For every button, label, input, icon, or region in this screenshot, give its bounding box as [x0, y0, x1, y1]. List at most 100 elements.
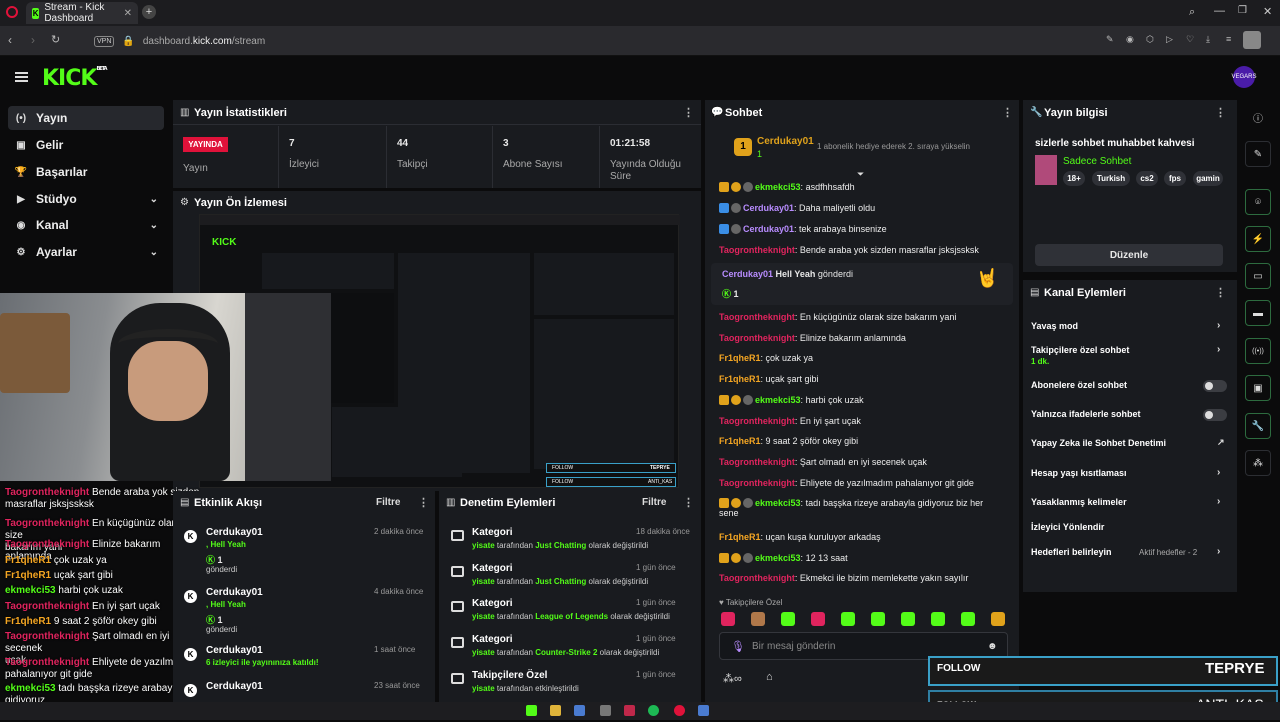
toggle-switch[interactable] [1203, 380, 1227, 392]
tag-18[interactable]: 18+ [1063, 171, 1085, 186]
maximize-icon[interactable]: ❐ [1238, 5, 1247, 16]
chat-user[interactable]: ekmekci53 [755, 553, 801, 563]
taskbar-app2-icon[interactable] [600, 705, 611, 716]
chevron-right-icon[interactable]: › [1217, 546, 1220, 557]
nav-item-2[interactable]: 🏆 Başarılar [8, 160, 164, 184]
apps-icon[interactable]: ⁂ [1245, 450, 1271, 476]
taskbar-app4-icon[interactable] [698, 705, 709, 716]
mod-tools-icon[interactable]: ⁂∞ [723, 672, 742, 685]
chat-user[interactable]: Fr1qheR1 [719, 532, 761, 542]
info-menu-icon[interactable]: ⋮ [1215, 106, 1226, 119]
edit-icon[interactable]: ✎ [1106, 34, 1114, 45]
chevron-down-icon[interactable]: ⌄ [150, 194, 158, 205]
tag-cs2[interactable]: cs2 [1136, 171, 1158, 186]
category-name[interactable]: Sadece Sohbet [1063, 156, 1131, 167]
taskbar-app-icon[interactable] [526, 705, 537, 716]
activity-user[interactable]: Cerdukay01 [206, 527, 263, 538]
opera-logo-icon[interactable] [6, 6, 18, 18]
tag-fps[interactable]: fps [1164, 171, 1186, 186]
edit-button[interactable]: Düzenle [1035, 244, 1223, 266]
toggle-switch[interactable] [1203, 409, 1227, 421]
external-link-icon[interactable]: ↗ [1217, 437, 1225, 448]
taskbar-app3-icon[interactable] [624, 705, 635, 716]
activity-user[interactable]: Cerdukay01 [206, 681, 263, 692]
tab-close-icon[interactable]: ✕ [124, 8, 132, 19]
wrench-icon[interactable]: 🔧 [1245, 413, 1271, 439]
chat-user[interactable]: ekmekci53 [755, 182, 801, 192]
broadcast-icon[interactable]: ((•)) [1245, 338, 1271, 364]
info-icon[interactable]: ⓘ [1245, 104, 1271, 130]
chat-user[interactable]: ekmekci53 [755, 395, 801, 405]
taskbar-spotify-icon[interactable] [648, 705, 659, 716]
activity-user[interactable]: Cerdukay01 [206, 587, 263, 598]
pinned-user[interactable]: Cerdukay01 [757, 136, 814, 147]
chat-user[interactable]: Taogrontheknight [719, 573, 795, 583]
reload-icon[interactable]: ↻ [51, 33, 60, 46]
hamburger-menu-icon[interactable] [15, 72, 28, 82]
emote-icon[interactable] [751, 612, 765, 626]
chat-user[interactable]: Cerdukay01 [743, 224, 794, 234]
nav-item-3[interactable]: ▶ Stüdyo ⌄ [8, 187, 164, 211]
chat-user[interactable]: Taogrontheknight [719, 312, 795, 322]
camera-icon[interactable]: ⌾ [1245, 189, 1271, 215]
activity-filter-button[interactable]: Filtre [376, 497, 400, 508]
chat-icon[interactable]: ▬ [1245, 300, 1271, 326]
emote-icon[interactable] [931, 612, 945, 626]
taskbar-opera-icon[interactable] [674, 705, 685, 716]
profile-avatar[interactable] [1243, 31, 1261, 49]
card-icon[interactable]: ▭ [1245, 263, 1271, 289]
emote-icon[interactable] [811, 612, 825, 626]
play-icon[interactable]: ▷ [1166, 34, 1173, 45]
emote-icon[interactable] [841, 612, 855, 626]
store-icon[interactable]: ⌂ [766, 671, 773, 683]
chat-user[interactable]: Taogrontheknight [719, 333, 795, 343]
chat-user[interactable]: Taogrontheknight [719, 416, 795, 426]
mic-icon[interactable]: 🎙 [731, 640, 745, 653]
nav-item-1[interactable]: ▣ Gelir [8, 133, 164, 157]
chevron-right-icon[interactable]: › [1217, 467, 1220, 478]
search-icon[interactable]: ⌕ [1189, 6, 1195, 19]
close-window-icon[interactable]: ✕ [1263, 5, 1272, 18]
moderation-menu-icon[interactable]: ⋮ [683, 496, 694, 509]
emote-icon[interactable] [991, 612, 1005, 626]
heart-icon[interactable]: ♡ [1186, 34, 1194, 45]
url-field[interactable]: VPN 🔒 dashboard.kick.com/stream [94, 32, 1094, 50]
user-avatar[interactable]: VEGARS [1232, 66, 1257, 88]
chat-user[interactable]: Taogrontheknight [719, 478, 795, 488]
vpn-badge[interactable]: VPN [94, 35, 115, 47]
chat-user[interactable]: Taogrontheknight [719, 245, 795, 255]
chat-user[interactable]: Taogrontheknight [719, 457, 795, 467]
browser-tab[interactable]: K Stream - Kick Dashboard ✕ [26, 2, 138, 24]
emoji-icon[interactable]: ☻ [987, 641, 998, 652]
stats-menu-icon[interactable]: ⋮ [683, 106, 694, 119]
action-yava-mod[interactable]: Yavaş mod [1031, 321, 1078, 331]
chat-user[interactable]: Fr1qheR1 [719, 436, 761, 446]
emote-icon[interactable] [961, 612, 975, 626]
camera-icon[interactable]: ◉ [1126, 34, 1134, 45]
action-hedefleri-belirleyin[interactable]: Hedefleri belirleyin [1031, 547, 1112, 557]
emote-icon[interactable] [871, 612, 885, 626]
chevron-right-icon[interactable]: › [1217, 496, 1220, 507]
tag-gamin[interactable]: gamin [1193, 171, 1223, 186]
activity-menu-icon[interactable]: ⋮ [418, 496, 429, 509]
bolt-icon[interactable]: ⚡ [1245, 226, 1271, 252]
actions-menu-icon[interactable]: ⋮ [1215, 286, 1226, 299]
action-yapay-zeka-ile-sohbet-denetimi[interactable]: Yapay Zeka ile Sohbet Denetimi [1031, 438, 1166, 448]
emote-icon[interactable] [781, 612, 795, 626]
taskbar-folder-icon[interactable] [550, 705, 561, 716]
taskbar-steam-icon[interactable] [574, 705, 585, 716]
action-yaln-zca-ifadelerle-sohbet[interactable]: Yalnızca ifadelerle sohbet [1031, 409, 1141, 419]
menu-icon[interactable]: ≡ [1226, 34, 1231, 44]
nav-item-5[interactable]: ⚙ Ayarlar ⌄ [8, 240, 164, 264]
chat-user[interactable]: ekmekci53 [755, 498, 801, 508]
emote-icon[interactable] [901, 612, 915, 626]
chat-user[interactable]: Fr1qheR1 [719, 353, 761, 363]
action-i-zleyici-y-nlendir[interactable]: İzleyici Yönlendir [1031, 522, 1104, 532]
chevron-down-icon[interactable]: ⌄ [150, 247, 158, 258]
download-icon[interactable]: ⤓ [1206, 34, 1210, 45]
minimize-icon[interactable]: — [1214, 5, 1225, 17]
new-tab-icon[interactable]: + [142, 5, 156, 19]
pencil-icon[interactable]: ✎ [1245, 141, 1271, 167]
activity-user[interactable]: Cerdukay01 [206, 645, 263, 656]
tag-turkish[interactable]: Turkish [1092, 171, 1130, 186]
